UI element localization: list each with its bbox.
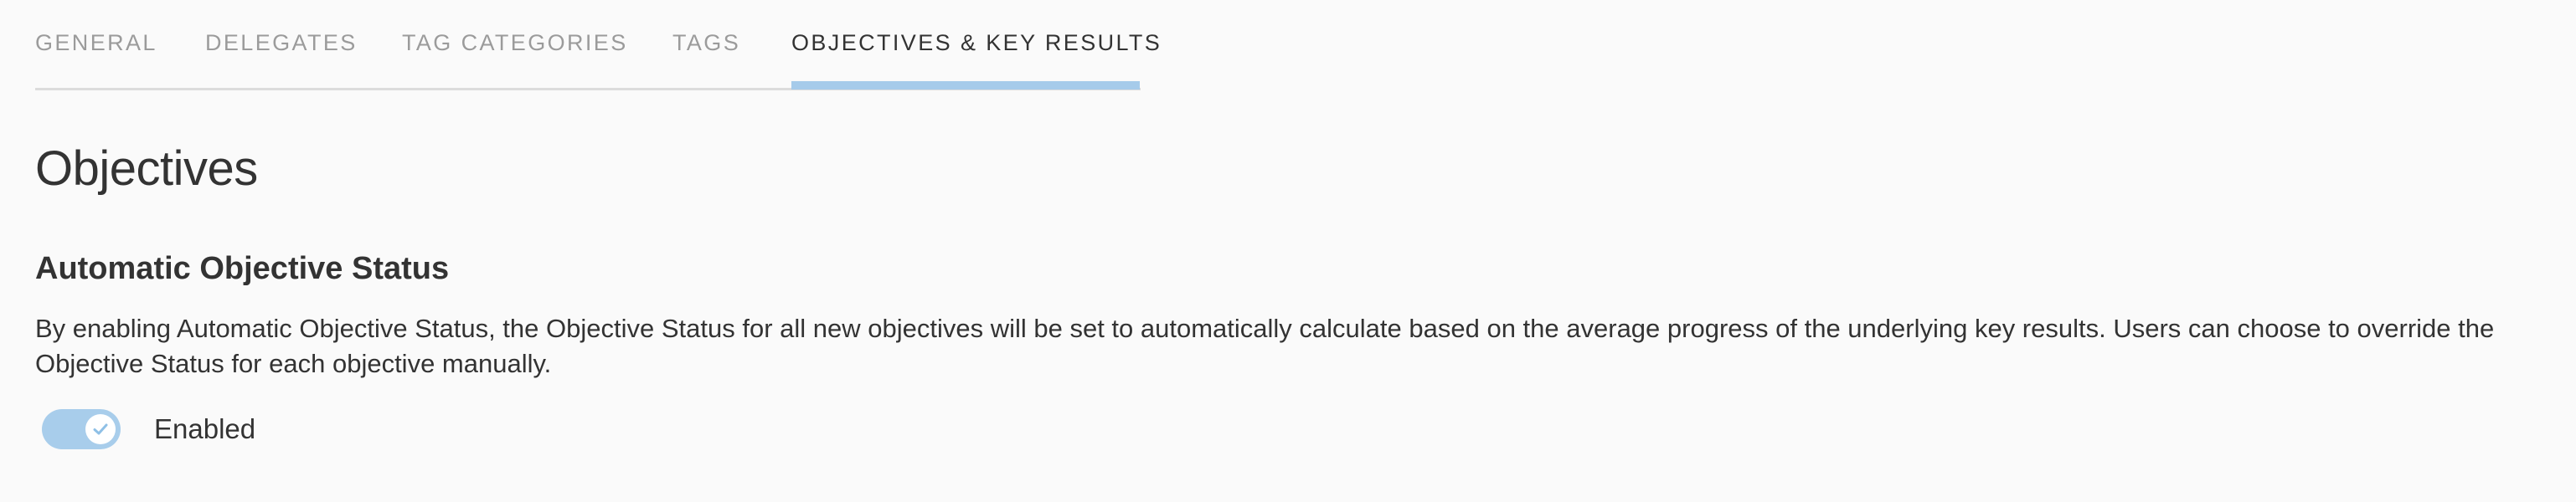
page-title: Objectives — [35, 141, 258, 196]
toggle-knob — [85, 414, 116, 444]
active-tab-indicator — [791, 81, 1140, 90]
section-description: By enabling Automatic Objective Status, … — [35, 314, 2495, 378]
tab-tags[interactable]: TAGS — [672, 30, 740, 56]
tab-delegates[interactable]: DELEGATES — [205, 30, 358, 56]
tab-bar: GENERAL DELEGATES TAG CATEGORIES TAGS OB… — [35, 0, 1160, 90]
check-icon — [93, 423, 108, 435]
tab-objectives-key-results[interactable]: OBJECTIVES & KEY RESULTS — [791, 30, 1162, 56]
section-title: Automatic Objective Status — [35, 251, 450, 286]
tab-tag-categories[interactable]: TAG CATEGORIES — [402, 30, 628, 56]
toggle-label: Enabled — [154, 413, 256, 444]
tab-general[interactable]: GENERAL — [35, 30, 157, 56]
settings-page: GENERAL DELEGATES TAG CATEGORIES TAGS OB… — [0, 0, 2576, 502]
automatic-status-toggle[interactable] — [42, 409, 121, 449]
